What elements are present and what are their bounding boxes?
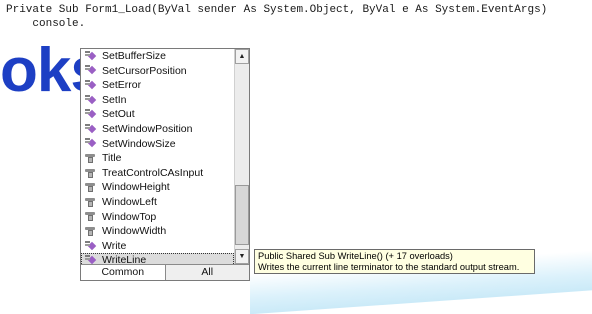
method-icon [85,123,98,135]
intellisense-list[interactable]: SetBufferSize SetCursorPosition SetError Se… [81,49,234,264]
intellisense-tabs: Common All [81,264,249,280]
list-item-label: WindowHeight [102,181,170,194]
tooltip-description: Writes the current line terminator to th… [258,262,520,272]
list-item[interactable]: TreatControlCAsInput [81,166,234,181]
property-icon [85,153,98,164]
property-icon [85,182,98,193]
property-icon [85,197,98,208]
list-item[interactable]: WriteLine [81,253,234,264]
list-item[interactable]: Title [81,151,234,166]
property-icon [85,211,98,222]
list-item[interactable]: SetBufferSize [81,49,234,64]
list-item-label: WindowTop [102,210,157,223]
method-icon [85,79,98,91]
tab-common[interactable]: Common [81,265,166,280]
list-item[interactable]: WindowTop [81,210,234,225]
method-icon [85,94,98,106]
method-icon [85,65,98,76]
member-tooltip: Public Shared Sub WriteLine() (+ 17 over… [254,249,535,274]
list-item-label: SetBufferSize [102,50,167,62]
scroll-up-arrow-icon[interactable]: ▲ [235,49,249,64]
list-item-label: Title [102,152,122,165]
list-item-label: WriteLine [102,254,147,264]
list-item-label: SetWindowSize [102,137,176,150]
intellisense-popup: SetBufferSize SetCursorPosition SetError Se… [80,48,250,281]
scrollbar-thumb[interactable] [235,185,249,245]
list-item[interactable]: SetCursorPosition [81,64,234,79]
list-item[interactable]: SetError [81,78,234,93]
list-item[interactable]: SetOut [81,107,234,122]
property-icon [85,226,98,237]
tab-all[interactable]: All [165,265,249,280]
list-item-label: WindowWidth [102,225,167,238]
property-icon [85,168,98,179]
method-icon [85,255,98,264]
list-item[interactable]: SetIn [81,93,234,108]
list-item-label: Write [102,239,127,252]
list-item[interactable]: SetWindowPosition [81,122,234,137]
list-item-label: WindowLeft [102,195,157,208]
list-scrollbar[interactable]: ▲ ▼ [234,49,249,264]
list-item-label: SetError [102,79,142,92]
scroll-down-arrow-icon[interactable]: ▼ [235,249,249,264]
method-icon [85,138,98,149]
method-icon [85,50,98,62]
method-icon [85,240,98,252]
tooltip-signature: Public Shared Sub WriteLine() (+ 17 over… [258,251,453,261]
list-item[interactable]: WindowHeight [81,180,234,195]
list-item-label: SetIn [102,93,127,106]
list-item-label: SetWindowPosition [102,122,193,135]
list-item[interactable]: WindowWidth [81,224,234,239]
list-item-label: SetOut [102,108,135,121]
list-item-label: SetCursorPosition [102,64,187,77]
method-icon [85,109,98,120]
list-item[interactable]: SetWindowSize [81,137,234,152]
list-item[interactable]: WindowLeft [81,195,234,210]
list-item-label: TreatControlCAsInput [102,166,204,179]
list-item[interactable]: Write [81,239,234,254]
code-line-1[interactable]: Private Sub Form1_Load(ByVal sender As S… [6,4,547,17]
code-line-2[interactable]: console. [6,18,85,31]
